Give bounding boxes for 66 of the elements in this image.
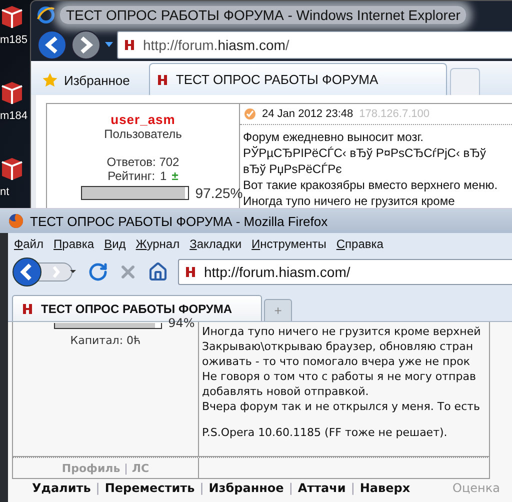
post-text-line: добавлять новой отправкой. [202, 384, 370, 399]
rating-vote-link[interactable]: ± [172, 169, 178, 183]
post-date: 24 Jan 2012 23:48 [262, 108, 354, 120]
ip-address: 178.126.7.100 [359, 108, 430, 120]
desktop-icon-label[interactable]: m184 [0, 110, 28, 122]
post-action-link[interactable]: Избранное [208, 481, 284, 495]
post-text-line: Вчера форум так и не открылся у меня. То есть [202, 399, 482, 414]
post-text-line: Вот такие кракозябры вместо верхнего меню. [243, 177, 499, 193]
star-icon [42, 72, 58, 88]
post-text-line: Не говоря о том что с работы я не могу отправ [202, 369, 477, 384]
address-bar[interactable]: http://forum.hiasm.com/ [178, 259, 512, 285]
site-logo-icon [123, 38, 137, 52]
username[interactable]: user_asm [110, 112, 176, 127]
post-text-line: Иногда тупо ничего не грузится кроме [243, 193, 456, 209]
rating-label: Рейтинг: [108, 169, 156, 183]
desktop-icon-label[interactable]: m185 [0, 34, 28, 46]
package-icon [0, 156, 24, 182]
site-logo-icon [184, 265, 198, 279]
separator: | [124, 462, 128, 474]
separator: | [96, 481, 100, 495]
reply-count: Ответов: 702 [106, 155, 180, 169]
post-action-link[interactable]: Аттачи [298, 481, 346, 495]
dropdown-caret-icon[interactable] [105, 42, 113, 48]
user-role: Пользователь [104, 127, 182, 141]
post-action-link[interactable]: Удалить [32, 481, 91, 495]
window-title: ТЕСТ ОПРОС РАБОТЫ ФОРУМА - Windows Internet Explorer [60, 6, 466, 24]
package-icon [0, 4, 24, 30]
menu-item[interactable]: Инструменты [252, 237, 326, 251]
menu-item[interactable]: Правка [54, 237, 94, 251]
address-bar[interactable]: http://forum.hiasm.com/ [117, 31, 512, 59]
reload-icon[interactable] [88, 262, 108, 282]
menu-item[interactable]: Файл [14, 237, 44, 251]
post-text-line: Иногда тупо ничего не грузится кроме верхней [202, 324, 482, 339]
browser-tab[interactable]: ТЕСТ ОПРОС РАБОТЫ ФОРУМА [148, 63, 447, 95]
site-logo-icon [21, 302, 35, 316]
menu-item[interactable]: Журнал [136, 237, 180, 251]
menu-item[interactable]: Справка [336, 237, 384, 251]
back-icon[interactable] [37, 30, 67, 60]
separator: | [200, 481, 204, 495]
forward-icon[interactable] [71, 30, 101, 60]
back-forward-icon[interactable] [12, 257, 78, 287]
rating-label: Оценка [452, 481, 500, 495]
post-text-line: вЂў РџРѕРёСЃРє [243, 161, 343, 177]
check-icon [244, 108, 256, 120]
reputation-percent: 97.25% [195, 185, 243, 201]
post-text-line: P.S.Opera 10.60.1185 (FF тоже не решает). [202, 425, 448, 440]
site-logo-icon [156, 72, 170, 86]
post-text-line: РЎРµСЂРІРёСЃС‹ вЂў Р¤РѕСЂСѓРјС‹ вЂў [243, 145, 488, 161]
menu-item[interactable]: Закладки [190, 237, 242, 251]
separator: | [288, 481, 293, 495]
menu-item[interactable]: Вид [104, 237, 126, 251]
browser-logo-icon [37, 6, 55, 24]
rating-value: 1 [160, 169, 167, 183]
browser-logo-icon [8, 213, 24, 229]
desktop-icon-label[interactable]: nt [0, 186, 10, 198]
post-text-line: Закрываю\открываю браузер, обновляю стран [202, 339, 474, 354]
package-icon [0, 80, 24, 106]
post-text-line: оживать - то что помогало вчера уже не прок [202, 354, 472, 369]
window-title: ТЕСТ ОПРОС РАБОТЫ ФОРУМА - Mozilla Firefox [30, 214, 328, 228]
post-action-link[interactable]: Наверх [360, 481, 410, 495]
post-text-line: Форум ежедневно выносит мозг. [243, 129, 424, 145]
favorites-button[interactable]: Избранное [36, 65, 146, 95]
post-action-link[interactable]: Переместить [104, 481, 195, 495]
separator: | [350, 481, 355, 495]
capital-label: Капитал: 0ћ [70, 334, 141, 347]
home-icon[interactable] [148, 262, 168, 282]
